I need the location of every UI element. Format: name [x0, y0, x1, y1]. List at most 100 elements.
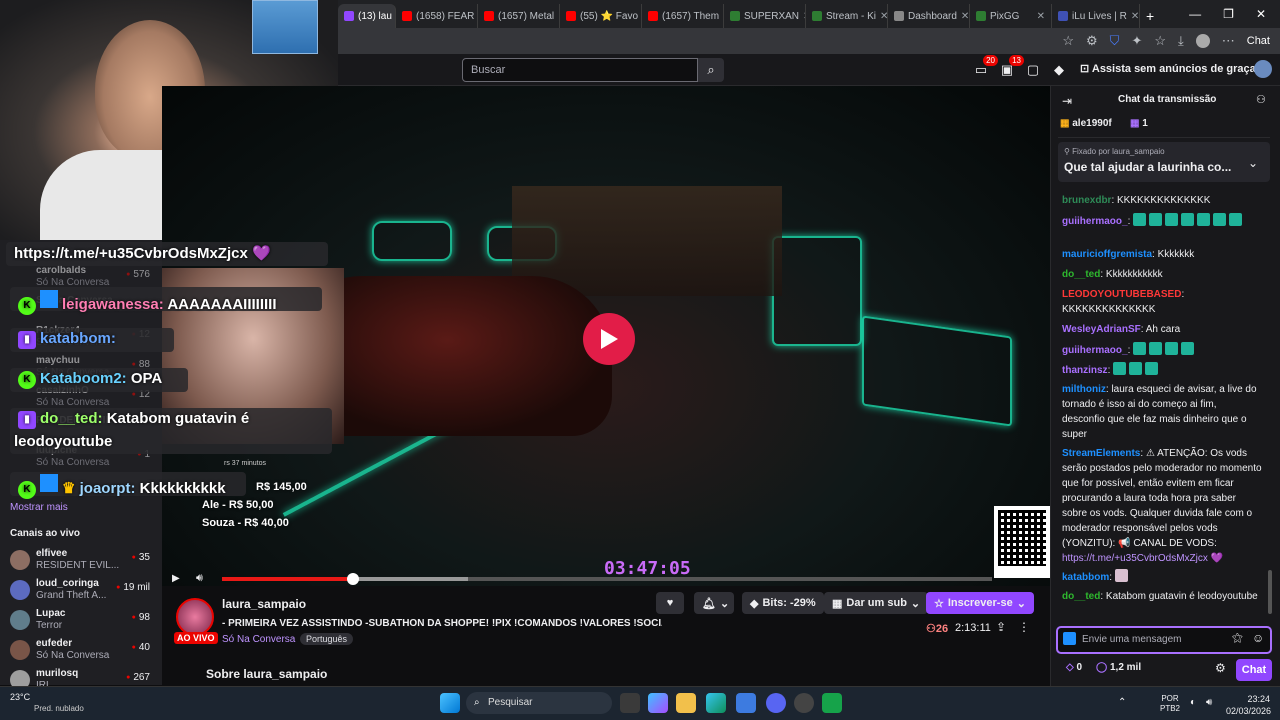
task-view-icon[interactable]: [620, 693, 640, 713]
browser-tab[interactable]: (1657) Them✕: [642, 4, 724, 28]
play-button[interactable]: [583, 313, 635, 365]
play-control-icon[interactable]: ▶: [172, 573, 180, 584]
favorites-icon[interactable]: ☆: [1154, 33, 1166, 49]
browser-tab[interactable]: (1657) Metal✕: [478, 4, 560, 28]
profile-avatar[interactable]: [1195, 34, 1210, 48]
network-icon[interactable]: ◐: [1190, 697, 1196, 708]
search-icon[interactable]: ⌕: [698, 58, 724, 82]
chat-send-button[interactable]: Chat: [1236, 659, 1272, 681]
close-tab-icon[interactable]: ✕: [961, 11, 969, 22]
streamer-app-icon[interactable]: [822, 693, 842, 713]
users-icon[interactable]: ⚇: [1256, 93, 1266, 106]
more-options-icon[interactable]: ⋮: [1018, 620, 1030, 634]
sidebar-live-channel[interactable]: loud_coringaGrand Theft A... 19 mil: [10, 578, 160, 608]
crown-notifications-icon[interactable]: ▭ 20: [970, 55, 998, 80]
viewers-icon: ⚇: [926, 623, 936, 635]
top-gifter[interactable]: ▦ ale1990f: [1060, 118, 1112, 129]
clock[interactable]: 23:24 02/03/2026: [1226, 693, 1271, 717]
star-icon[interactable]: ☆: [1062, 33, 1074, 49]
keyboard-layout[interactable]: POR PTB2: [1160, 694, 1180, 714]
sidebar-live-channel[interactable]: elfiveeRESIDENT EVIL... 35: [10, 548, 160, 578]
copilot-chat-button[interactable]: Chat: [1247, 35, 1270, 47]
channel-avatar[interactable]: [176, 598, 214, 636]
chevron-down-icon[interactable]: ⌄: [1248, 156, 1258, 170]
chat-username[interactable]: guiihermaoo_: [1062, 345, 1128, 356]
puzzle-icon[interactable]: ✦: [1131, 33, 1142, 49]
magic-wand-icon[interactable]: ⚝: [1232, 632, 1243, 645]
chat-scrollbar[interactable]: [1268, 570, 1272, 614]
browser-tab[interactable]: Dashboard ✕: [888, 4, 970, 28]
chat-username[interactable]: katabbom: [1062, 572, 1109, 583]
seek-handle[interactable]: [346, 573, 359, 585]
ad-free-button[interactable]: ⊡ Assista sem anúncios de graça: [1080, 62, 1256, 75]
download-icon[interactable]: ⤓: [1178, 33, 1184, 49]
sidebar-live-channel[interactable]: LupacTerror 98: [10, 608, 160, 638]
collapse-chat-icon[interactable]: ⇥: [1062, 94, 1072, 108]
browser-tab[interactable]: (1658) FEAR✕: [396, 4, 478, 28]
browser-tab[interactable]: PixGG ✕: [970, 4, 1052, 28]
stream-category[interactable]: Só Na Conversa: [222, 634, 295, 645]
volume-icon[interactable]: 🔊︎: [196, 572, 203, 585]
edge-icon[interactable]: [706, 693, 726, 713]
gift-sub-button[interactable]: ▦ Dar um sub ⌄: [824, 592, 929, 614]
new-tab-button[interactable]: +: [1140, 4, 1160, 28]
user-avatar[interactable]: [1254, 60, 1272, 78]
discord-icon[interactable]: [766, 693, 786, 713]
chat-username[interactable]: WesleyAdrianSF: [1062, 324, 1141, 335]
store-icon[interactable]: [736, 693, 756, 713]
chat-username[interactable]: milthoniz: [1062, 384, 1106, 395]
browser-tab[interactable]: (55) ⭐ Favo✕: [560, 4, 642, 28]
chat-username[interactable]: thanzinsz: [1062, 365, 1108, 376]
chat-username[interactable]: LEODOYOUTUBEBASED: [1062, 289, 1181, 300]
whispers-icon[interactable]: ▢: [1022, 60, 1044, 80]
settings-icon[interactable]: ⚙: [1215, 661, 1226, 675]
close-window-icon[interactable]: ✕: [1256, 7, 1266, 21]
minimize-icon[interactable]: —: [1189, 7, 1201, 21]
inbox-icon[interactable]: ▣ 13: [996, 55, 1024, 80]
chat-username[interactable]: do__ted: [1062, 269, 1100, 280]
channel-name[interactable]: laura_sampaio: [222, 597, 306, 611]
close-tab-icon[interactable]: ✕: [1131, 11, 1139, 22]
tab-label: (1658) FEAR: [416, 10, 475, 22]
bits-icon[interactable]: ◆: [1048, 60, 1070, 80]
language-tag[interactable]: Português: [300, 633, 354, 645]
chat-username[interactable]: do__ted: [1062, 591, 1100, 602]
notifications-bell-button[interactable]: 🔔︎ ⌄: [694, 592, 734, 614]
chat-username[interactable]: guiihermaoo_: [1062, 216, 1128, 227]
weather-widget[interactable]: 23°C: [10, 692, 30, 702]
emote-icon[interactable]: ☺: [1252, 631, 1264, 645]
channel-points[interactable]: ◇ 0: [1066, 662, 1082, 673]
volume-tray-icon[interactable]: 🔊︎: [1206, 697, 1212, 708]
chat-username[interactable]: StreamElements: [1062, 448, 1140, 459]
menu-dots-icon[interactable]: ⋯: [1222, 33, 1235, 49]
channel-name: murilosq: [36, 668, 79, 679]
browser-tab[interactable]: (13) lau✕: [338, 4, 396, 28]
chat-link[interactable]: https://t.me/+u35CvbrOdsMxZjcx 💜: [1062, 553, 1223, 564]
copilot-icon[interactable]: [648, 693, 668, 713]
close-tab-icon[interactable]: ✕: [880, 11, 887, 22]
shield-icon[interactable]: ⛉: [1110, 33, 1120, 49]
share-icon[interactable]: ⇪: [996, 620, 1006, 634]
chat-username[interactable]: mauricioffgremista: [1062, 249, 1152, 260]
subscribe-button[interactable]: ☆ Inscrever-se ⌄: [926, 592, 1034, 614]
browser-tab[interactable]: SUPERXAN✕: [724, 4, 806, 28]
tab-favicon-icon: [648, 11, 658, 21]
file-explorer-icon[interactable]: [676, 693, 696, 713]
extension-icon[interactable]: ⚙: [1086, 33, 1098, 49]
chat-username[interactable]: brunexdbr: [1062, 195, 1111, 206]
show-more-link[interactable]: Mostrar mais: [10, 502, 68, 513]
follow-heart-button[interactable]: ♥: [656, 592, 684, 614]
browser-tab[interactable]: Stream - Ki ✕: [806, 4, 888, 28]
bits-button[interactable]: ◆ Bits: -29%: [742, 592, 824, 614]
sidebar-live-channel[interactable]: eufederSó Na Conversa 40: [10, 638, 160, 668]
maximize-icon[interactable]: ❐: [1223, 7, 1234, 21]
close-tab-icon[interactable]: ✕: [1037, 11, 1045, 22]
browser-tab[interactable]: iLu Lives | R ✕: [1052, 4, 1140, 28]
points-balance[interactable]: ◯ 1,2 mil: [1096, 662, 1141, 673]
windows-start-icon[interactable]: [440, 693, 460, 713]
obs-icon[interactable]: [794, 693, 814, 713]
tray-chevron-icon[interactable]: ⌃: [1118, 697, 1126, 708]
taskbar-search[interactable]: Pesquisar: [466, 692, 612, 714]
search-input[interactable]: Buscar: [462, 58, 698, 82]
badge-icon[interactable]: [1063, 632, 1076, 645]
